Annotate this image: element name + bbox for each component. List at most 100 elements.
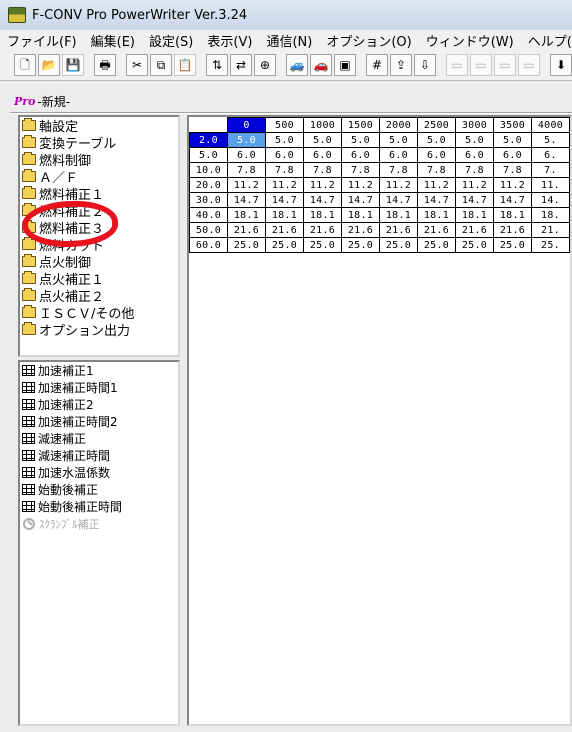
map-cell[interactable]: 14. xyxy=(531,192,570,208)
list-item[interactable]: 加速補正時間1 xyxy=(20,379,178,396)
map-cell[interactable]: 14.7 xyxy=(417,192,456,208)
map-row-header[interactable]: 10.0 xyxy=(189,162,228,178)
map-cell[interactable]: 18. xyxy=(531,207,570,223)
map-row-header[interactable]: 20.0 xyxy=(189,177,228,193)
paste-icon[interactable]: 📋 xyxy=(174,54,196,76)
map-cell[interactable]: 11.2 xyxy=(455,177,494,193)
monitor-icon[interactable]: ▣ xyxy=(334,54,356,76)
map-cell[interactable]: 6.0 xyxy=(341,147,380,163)
menu-item-0[interactable]: ファイル(F) xyxy=(0,31,84,50)
map-row-header[interactable]: 30.0 xyxy=(189,192,228,208)
map-row-header[interactable]: 2.0 xyxy=(189,132,228,148)
map-cell[interactable]: 5.0 xyxy=(341,132,380,148)
save-disk-icon[interactable]: 💾 xyxy=(62,54,84,76)
tree-item[interactable]: ＩＳＣＶ/その他 xyxy=(20,304,178,322)
menu-item-4[interactable]: 通信(N) xyxy=(259,31,319,50)
disabled-3-icon[interactable]: ▭ xyxy=(494,54,516,76)
map-cell[interactable]: 5.0 xyxy=(303,132,342,148)
list-item[interactable]: 減速補正 xyxy=(20,430,178,447)
map-cell[interactable]: 18.1 xyxy=(227,207,266,223)
map-cell[interactable]: 14.7 xyxy=(379,192,418,208)
map-cell[interactable]: 11.2 xyxy=(265,177,304,193)
map-cell[interactable]: 18.1 xyxy=(455,207,494,223)
map-column-header[interactable]: 500 xyxy=(265,117,304,133)
map-cell[interactable]: 11.2 xyxy=(379,177,418,193)
grid-icon[interactable]: # xyxy=(366,54,388,76)
disabled-4-icon[interactable]: ▭ xyxy=(518,54,540,76)
menu-item-2[interactable]: 設定(S) xyxy=(142,31,200,50)
map-cell[interactable]: 25.0 xyxy=(303,237,342,253)
map-cell[interactable]: 11.2 xyxy=(227,177,266,193)
map-cell[interactable]: 14.7 xyxy=(303,192,342,208)
map-cell[interactable]: 14.7 xyxy=(227,192,266,208)
map-cell[interactable]: 18.1 xyxy=(265,207,304,223)
map-cell[interactable]: 5. xyxy=(531,132,570,148)
disabled-1-icon[interactable]: ▭ xyxy=(446,54,468,76)
map-cell[interactable]: 21.6 xyxy=(265,222,304,238)
tree-item[interactable]: 点火制御 xyxy=(20,253,178,271)
map-cell[interactable]: 7.8 xyxy=(265,162,304,178)
tree-item[interactable]: オプション出力 xyxy=(20,321,178,339)
map-cell[interactable]: 5.0 xyxy=(493,132,532,148)
map-cell[interactable]: 14.7 xyxy=(265,192,304,208)
map-row-header[interactable]: 40.0 xyxy=(189,207,228,223)
map-cell[interactable]: 7. xyxy=(531,162,570,178)
map-cell[interactable]: 18.1 xyxy=(493,207,532,223)
map-cell[interactable]: 25.0 xyxy=(455,237,494,253)
list-item[interactable]: 加速補正1 xyxy=(20,362,178,379)
menu-item-7[interactable]: ヘルプ(H) xyxy=(521,31,572,50)
map-cell[interactable]: 5.0 xyxy=(455,132,494,148)
copy-icon[interactable]: ⧉ xyxy=(150,54,172,76)
map-cell[interactable]: 21.6 xyxy=(379,222,418,238)
open-folder-icon[interactable]: 📂 xyxy=(38,54,60,76)
map-cell[interactable]: 14.7 xyxy=(341,192,380,208)
map-cell[interactable]: 21.6 xyxy=(493,222,532,238)
map-cell[interactable]: 6.0 xyxy=(417,147,456,163)
map-cell[interactable]: 7.8 xyxy=(379,162,418,178)
cut-icon[interactable]: ✂ xyxy=(126,54,148,76)
menu-item-6[interactable]: ウィンドウ(W) xyxy=(419,31,521,50)
tree-item[interactable]: 点火補正２ xyxy=(20,287,178,305)
list-item[interactable]: 加速補正時間2 xyxy=(20,413,178,430)
map-cell[interactable]: 7.8 xyxy=(227,162,266,178)
map-category-tree[interactable]: 軸設定 変換テーブル 燃料制御 Ａ／Ｆ 燃料補正１ 燃料補正２ 燃料補正３ 燃料カット 点火制御… xyxy=(18,115,180,357)
map-cell[interactable]: 6.0 xyxy=(265,147,304,163)
tree-item[interactable]: 点火補正１ xyxy=(20,270,178,288)
map-cell[interactable]: 5.0 xyxy=(227,132,266,148)
map-table[interactable]: 0 500 1000 1500 2000 2500 3000 3500 4000 2.0 5.0 5.… xyxy=(189,117,570,253)
map-column-header[interactable]: 3000 xyxy=(455,117,494,133)
tree-item[interactable]: 変換テーブル xyxy=(20,134,178,152)
green-arrow-down-icon[interactable]: ⬇ xyxy=(550,54,572,76)
map-column-header[interactable]: 1500 xyxy=(341,117,380,133)
tree-item[interactable]: Ａ／Ｆ xyxy=(20,168,178,186)
map-cell[interactable]: 7.8 xyxy=(303,162,342,178)
list-item[interactable]: 減速補正時間 xyxy=(20,447,178,464)
map-column-header[interactable]: 2000 xyxy=(379,117,418,133)
map-cell[interactable]: 25.0 xyxy=(265,237,304,253)
map-column-header[interactable]: 3500 xyxy=(493,117,532,133)
tree-item[interactable]: 燃料補正２ xyxy=(20,202,178,220)
map-cell[interactable]: 11.2 xyxy=(303,177,342,193)
download-icon[interactable]: ⇩ xyxy=(414,54,436,76)
car-blue-icon[interactable]: 🚙 xyxy=(286,54,308,76)
map-cell[interactable]: 21.6 xyxy=(455,222,494,238)
print-icon[interactable]: 🖶 xyxy=(94,54,116,76)
map-cell[interactable]: 6.0 xyxy=(227,147,266,163)
map-cell[interactable]: 11.2 xyxy=(493,177,532,193)
menu-item-3[interactable]: 表示(V) xyxy=(200,31,259,50)
tree-item[interactable]: 燃料補正１ xyxy=(20,185,178,203)
tree-item[interactable]: 軸設定 xyxy=(20,117,178,135)
map-cell[interactable]: 25.0 xyxy=(227,237,266,253)
map-item-list[interactable]: 加速補正1 加速補正時間1 加速補正2 加速補正時間2 減速補正 減速補正時間 加速水温係数… xyxy=(18,360,180,726)
data-transfer-icon[interactable]: ⇅ xyxy=(206,54,228,76)
map-table-area[interactable]: 0 500 1000 1500 2000 2500 3000 3500 4000 2.0 5.0 5.… xyxy=(187,115,572,726)
map-cell[interactable]: 7.8 xyxy=(341,162,380,178)
map-cell[interactable]: 25.0 xyxy=(379,237,418,253)
map-cell[interactable]: 25.0 xyxy=(417,237,456,253)
tree-item[interactable]: 燃料制御 xyxy=(20,151,178,169)
map-cell[interactable]: 11.2 xyxy=(417,177,456,193)
map-row-header[interactable]: 5.0 xyxy=(189,147,228,163)
map-cell[interactable]: 5.0 xyxy=(265,132,304,148)
map-column-header[interactable]: 0 xyxy=(227,117,266,133)
list-item[interactable]: 加速水温係数 xyxy=(20,464,178,481)
